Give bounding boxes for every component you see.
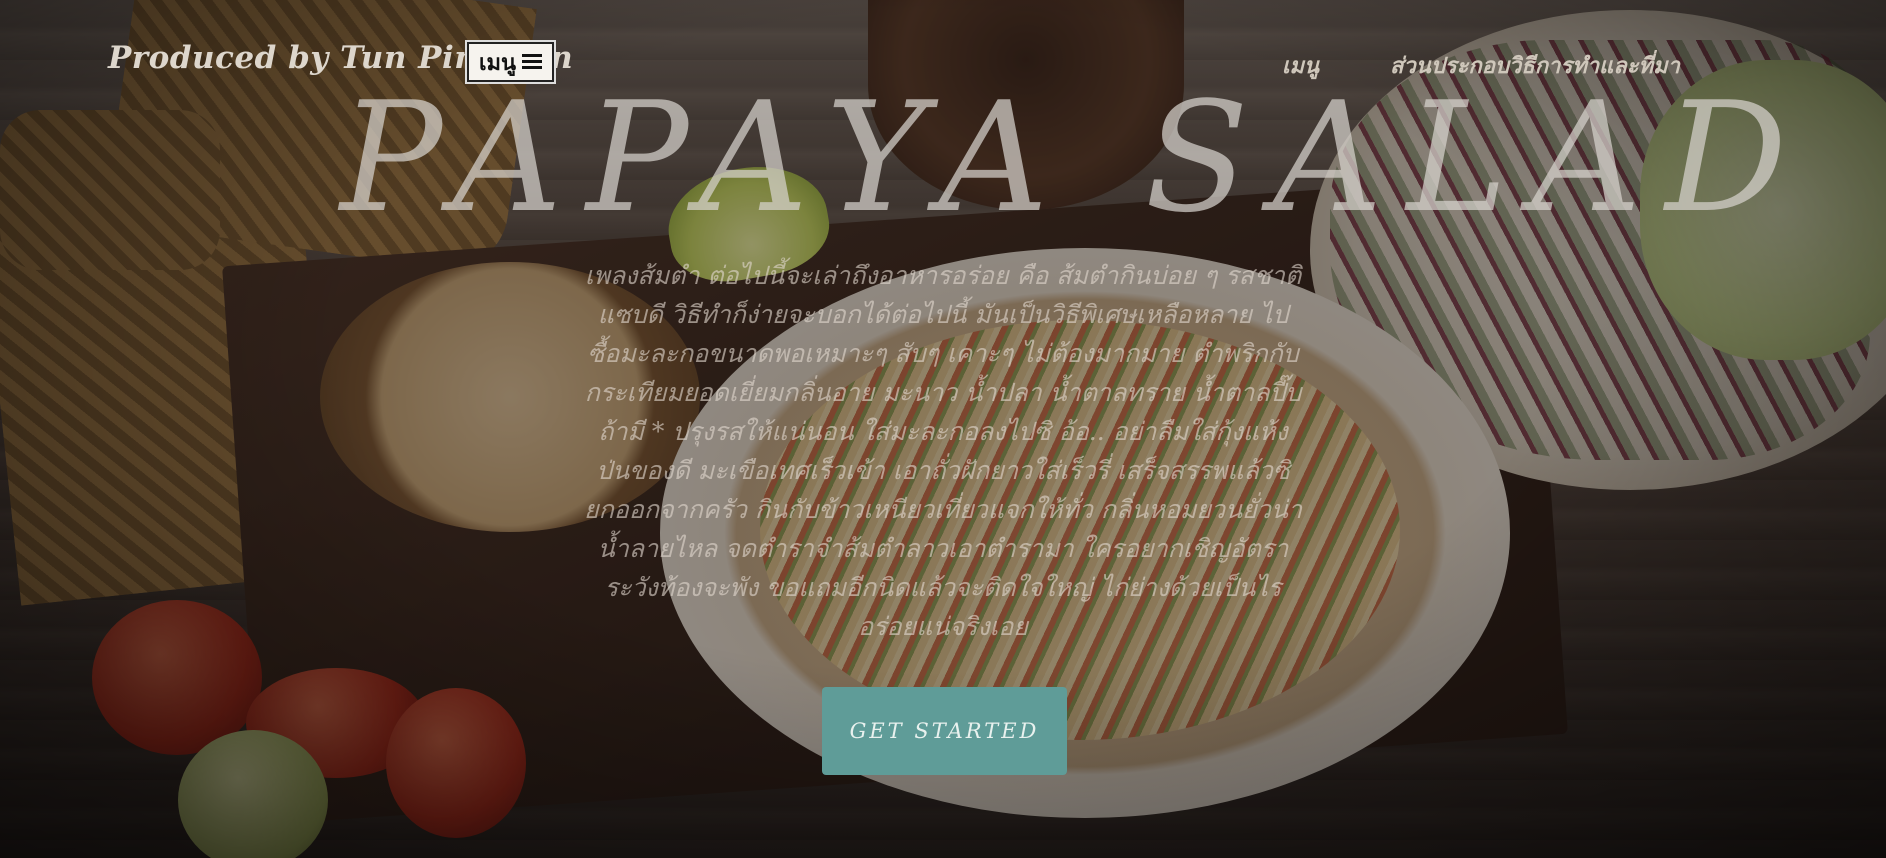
- hero-section: Produced by Tun Pin Eran เมนู เมนู ส่วนป…: [0, 0, 1886, 858]
- hero-description: เพลงส้มตำ ต่อไปนี้จะเล่าถึงอาหารอร่อย คื…: [584, 261, 1302, 641]
- hero-title: PAPAYA SALAD: [340, 69, 1812, 246]
- get-started-button[interactable]: GET STARTED: [822, 687, 1067, 775]
